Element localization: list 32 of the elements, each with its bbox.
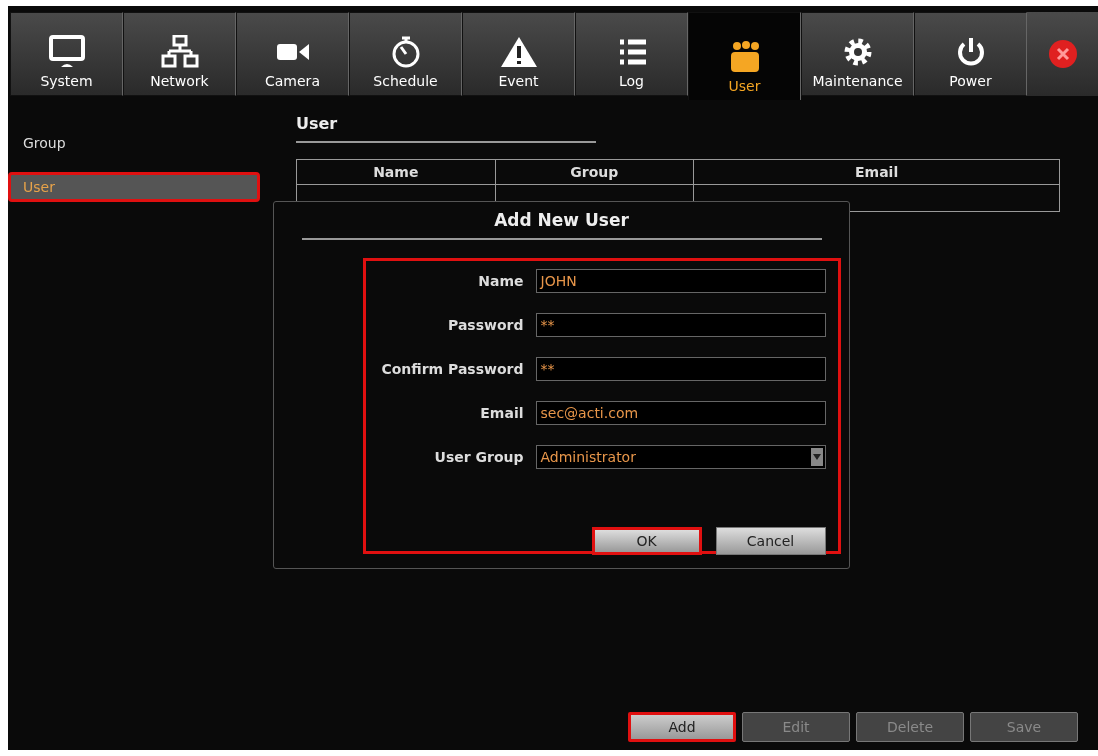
field-label: User Group [433,449,524,465]
field-label: Confirm Password [380,361,524,377]
column-header: Email [693,159,1060,185]
menu-tab[interactable]: Maintenance [801,12,914,96]
input-field[interactable]: JOHN [535,269,826,293]
dialog-title: Add New User [301,202,822,240]
input-field[interactable]: sec@acti.com [535,401,826,425]
menu-tab[interactable]: Network [123,12,236,96]
input-field[interactable]: ** [535,313,826,337]
section-title: User [296,114,596,143]
field-label: Name [477,273,524,289]
column-header: Name [296,159,496,185]
menu-tab[interactable]: Log [575,12,688,96]
input-field[interactable]: ** [535,357,826,381]
menu-tab[interactable]: Event [462,12,575,96]
sidebar-item[interactable]: Group [8,128,260,158]
menu-tab[interactable]: System [10,12,123,96]
dropdown[interactable]: Administrator [535,445,826,469]
menu-tab[interactable]: User [688,12,801,100]
network-icon [159,35,200,69]
menu-tab[interactable]: Schedule [349,12,462,96]
dialog-button[interactable]: OK [591,527,702,555]
field-label: Password [447,317,524,333]
column-header: Group [495,159,694,185]
warning-icon [498,35,539,69]
dialog-button[interactable]: Cancel [715,527,826,555]
menu-tab[interactable]: Power [914,12,1027,96]
monitor-icon [46,35,87,69]
field-label: Email [479,405,524,421]
menu-tab[interactable]: Camera [236,12,349,96]
close-icon[interactable] [1047,39,1078,69]
action-button[interactable]: Add [628,712,736,742]
